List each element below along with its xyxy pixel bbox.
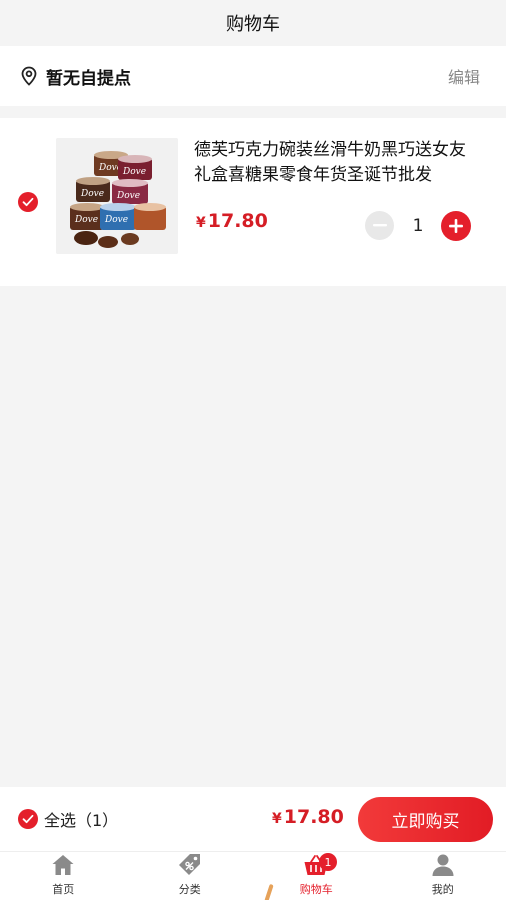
- tab-mine[interactable]: 我的: [380, 852, 506, 900]
- price-value: 17.80: [207, 210, 268, 232]
- tab-bar: 首页 分类 1 购物车 我的: [0, 851, 506, 900]
- product-image[interactable]: Dove Dove Dove Dove Dove Dove: [56, 138, 178, 254]
- tab-category-label: 分类: [178, 883, 201, 896]
- tab-home-label: 首页: [52, 883, 75, 896]
- checkout-bar: 全选（1） ¥17.80 立即购买: [0, 787, 506, 851]
- select-all-label[interactable]: 全选（1）: [44, 807, 118, 831]
- cart-count-badge: 1: [319, 853, 337, 871]
- svg-text:Dove: Dove: [122, 167, 146, 177]
- location-pin-icon: [20, 66, 38, 86]
- product-price: ¥17.80: [196, 210, 268, 232]
- buy-now-button[interactable]: 立即购买: [358, 797, 493, 842]
- tab-cart[interactable]: 1 购物车: [253, 852, 380, 900]
- check-icon: [22, 814, 34, 824]
- currency-symbol: ¥: [196, 215, 206, 231]
- currency-symbol: ¥: [272, 811, 282, 827]
- tab-mine-label: 我的: [431, 883, 454, 896]
- plus-icon: [449, 219, 463, 233]
- tag-icon: [177, 852, 203, 878]
- tab-cart-label: 购物车: [299, 883, 333, 896]
- product-name[interactable]: 德芙巧克力碗装丝滑牛奶黑巧送女友礼盒喜糖果零食年货圣诞节批发: [194, 138, 480, 188]
- user-icon: [430, 852, 456, 878]
- cart-page: 购物车 暂无自提点 编辑 Dove Dove Dove Dove Dove Do…: [0, 0, 506, 900]
- check-icon: [22, 197, 34, 207]
- svg-text:Dove: Dove: [80, 189, 104, 199]
- increase-quantity-button[interactable]: [441, 211, 471, 241]
- minus-icon: [372, 224, 387, 227]
- pickup-point-label: 暂无自提点: [46, 68, 131, 89]
- cart-item: Dove Dove Dove Dove Dove Dove 德芙巧克力碗装丝滑牛…: [0, 118, 506, 286]
- edit-button[interactable]: 编辑: [448, 64, 480, 88]
- total-value: 17.80: [283, 806, 344, 828]
- svg-text:Dove: Dove: [116, 191, 140, 201]
- svg-text:Dove: Dove: [74, 215, 98, 225]
- quantity-value: 1: [412, 215, 424, 236]
- pickup-point-row[interactable]: 暂无自提点 编辑: [0, 46, 506, 106]
- total-price: ¥17.80: [272, 806, 344, 828]
- header: 购物车: [0, 0, 506, 46]
- tab-category[interactable]: 分类: [127, 852, 254, 900]
- item-select-checkbox[interactable]: [18, 192, 38, 212]
- tab-home[interactable]: 首页: [0, 852, 127, 900]
- svg-text:Dove: Dove: [104, 215, 128, 225]
- home-icon: [50, 852, 76, 878]
- decrease-quantity-button[interactable]: [365, 211, 394, 240]
- page-title: 购物车: [226, 14, 280, 35]
- select-all-checkbox[interactable]: [18, 809, 38, 829]
